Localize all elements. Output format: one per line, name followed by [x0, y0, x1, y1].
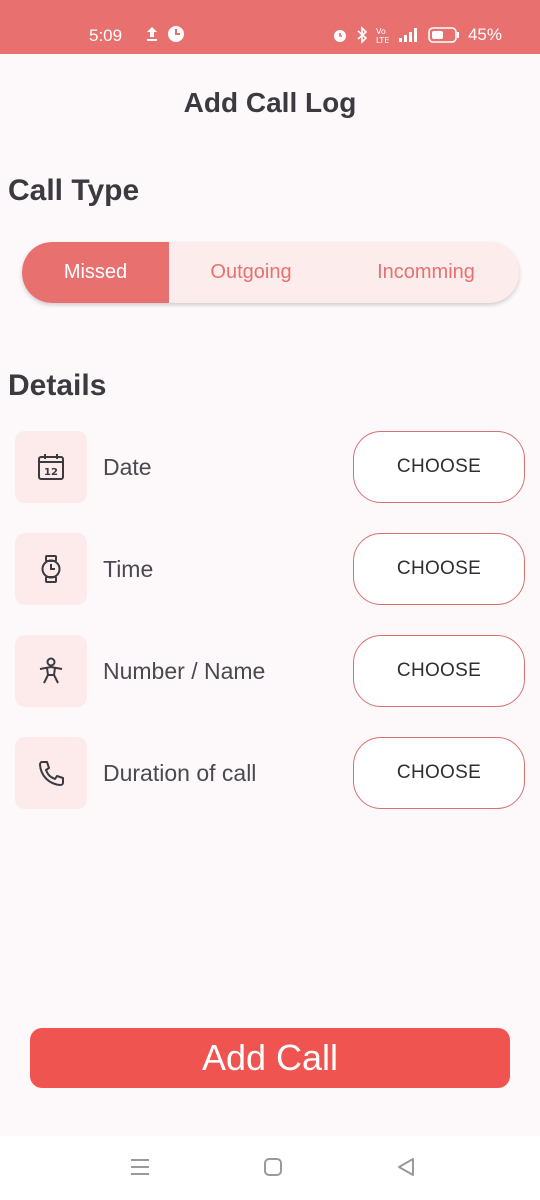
call-type-selector: Missed Outgoing Incomming	[22, 242, 519, 303]
navigation-bar	[0, 1136, 540, 1200]
home-icon[interactable]	[263, 1156, 283, 1183]
calendar-day: 12	[44, 467, 58, 478]
svg-text:Vo: Vo	[376, 27, 386, 36]
signal-icon	[398, 27, 420, 43]
menu-icon[interactable]	[130, 1156, 150, 1183]
calendar-icon: 12	[15, 431, 87, 503]
page-title: Add Call Log	[183, 87, 357, 118]
volte-icon: Vo LTE	[376, 26, 390, 44]
detail-label-time: Time	[103, 556, 154, 582]
detail-label-number-name: Number / Name	[103, 658, 266, 684]
alarm-icon	[332, 27, 348, 43]
bluetooth-icon	[356, 26, 368, 44]
detail-row-number-name: Number / Name CHOOSE	[15, 635, 525, 707]
battery-percentage: 45%	[467, 25, 502, 44]
call-type-title: Call Type	[8, 174, 140, 207]
segment-missed[interactable]: Missed	[22, 242, 169, 303]
detail-label-duration: Duration of call	[103, 760, 257, 786]
back-icon[interactable]	[396, 1156, 416, 1183]
status-bar: 5:09 Vo LTE 45%	[0, 0, 540, 54]
choose-time-button[interactable]: CHOOSE	[353, 533, 525, 605]
detail-row-date: 12 Date CHOOSE	[15, 431, 525, 503]
person-icon	[15, 635, 87, 707]
add-call-button[interactable]: Add Call	[30, 1028, 510, 1088]
details-title: Details	[8, 369, 107, 402]
battery-icon	[428, 27, 460, 43]
detail-row-time: Time CHOOSE	[15, 533, 525, 605]
detail-row-duration: Duration of call CHOOSE	[15, 737, 525, 809]
detail-label-date: Date	[103, 454, 152, 480]
watch-icon	[15, 533, 87, 605]
svg-text:LTE: LTE	[376, 36, 389, 44]
chat-bubble-icon	[167, 25, 185, 43]
status-time: 5:09	[89, 26, 123, 45]
choose-number-button[interactable]: CHOOSE	[353, 635, 525, 707]
phone-icon	[15, 737, 87, 809]
choose-duration-button[interactable]: CHOOSE	[353, 737, 525, 809]
segment-incomming[interactable]: Incomming	[333, 242, 519, 303]
segment-outgoing[interactable]: Outgoing	[169, 242, 333, 303]
upload-icon	[145, 26, 159, 42]
choose-date-button[interactable]: CHOOSE	[353, 431, 525, 503]
